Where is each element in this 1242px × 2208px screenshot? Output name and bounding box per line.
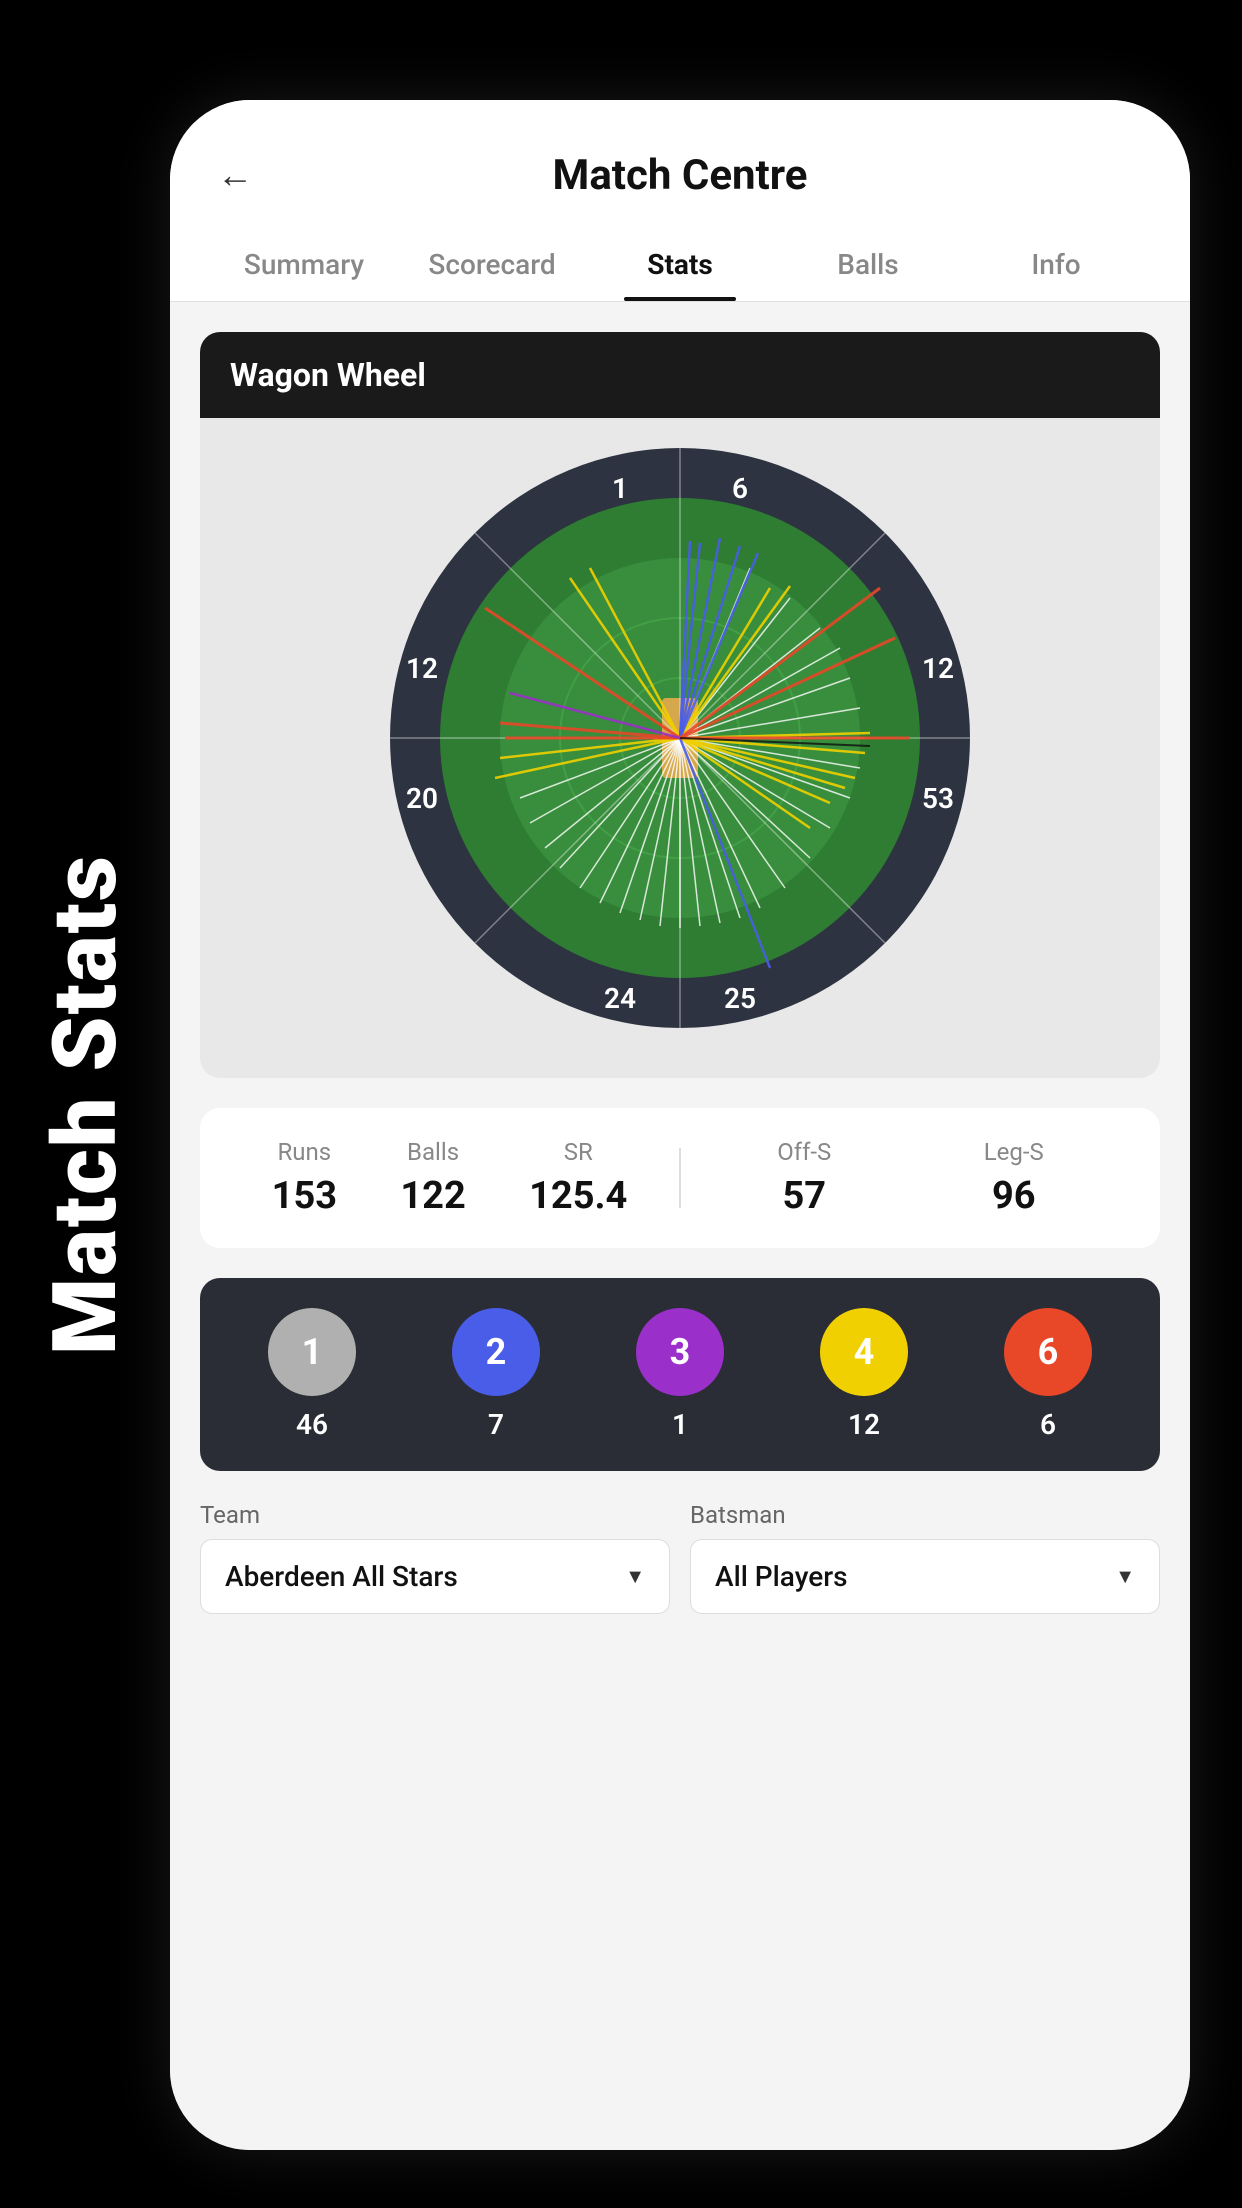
- run-circle-3: 3: [636, 1308, 724, 1396]
- run-item-3: 3 1: [636, 1308, 724, 1441]
- svg-text:6: 6: [732, 472, 748, 505]
- batsman-dropdown-arrow-icon: ▼: [1115, 1564, 1135, 1589]
- team-label: Team: [200, 1501, 670, 1529]
- team-value: Aberdeen All Stars: [225, 1560, 458, 1593]
- runs-label: Runs: [272, 1138, 337, 1166]
- tab-scorecard[interactable]: Scorecard: [398, 230, 586, 301]
- balls-value: 122: [400, 1174, 465, 1218]
- svg-text:12: 12: [406, 652, 438, 685]
- run-legend-row: 1 46 2 7 3 1: [220, 1308, 1140, 1441]
- run-circle-2: 2: [452, 1308, 540, 1396]
- batsman-label: Batsman: [690, 1501, 1160, 1529]
- stat-balls: Balls 122: [400, 1138, 465, 1218]
- run-count-1: 46: [296, 1408, 328, 1441]
- run-count-4: 12: [848, 1408, 880, 1441]
- run-circle-6: 6: [1004, 1308, 1092, 1396]
- tab-stats[interactable]: Stats: [586, 230, 774, 301]
- stat-off-s: Off-S 57: [777, 1138, 831, 1218]
- team-dropdown-group: Team Aberdeen All Stars ▼: [200, 1501, 670, 1614]
- side-label-text: Match Stats: [34, 854, 137, 1355]
- primary-stats: Runs 153 Balls 122 SR 125.4: [240, 1138, 659, 1218]
- tab-info[interactable]: Info: [962, 230, 1150, 301]
- run-item-2: 2 7: [452, 1308, 540, 1441]
- sr-value: 125.4: [529, 1174, 627, 1218]
- wagon-wheel-header: Wagon Wheel: [200, 332, 1160, 418]
- tab-balls[interactable]: Balls: [774, 230, 962, 301]
- wagon-wheel-title: Wagon Wheel: [230, 356, 426, 394]
- svg-text:24: 24: [604, 982, 636, 1015]
- run-circle-1: 1: [268, 1308, 356, 1396]
- team-dropdown-arrow-icon: ▼: [625, 1564, 645, 1589]
- svg-text:1: 1: [612, 472, 628, 505]
- back-button[interactable]: ←: [210, 150, 260, 200]
- team-dropdown[interactable]: Aberdeen All Stars ▼: [200, 1539, 670, 1614]
- batsman-dropdown[interactable]: All Players ▼: [690, 1539, 1160, 1614]
- run-count-6: 6: [1040, 1408, 1056, 1441]
- back-arrow-icon: ←: [217, 154, 253, 196]
- stats-bar: Runs 153 Balls 122 SR 125.4 Off-S: [200, 1108, 1160, 1248]
- batsman-dropdown-group: Batsman All Players ▼: [690, 1501, 1160, 1614]
- phone-frame: ← Match Centre Summary Scorecard Stats B…: [170, 100, 1190, 2150]
- balls-label: Balls: [400, 1138, 465, 1166]
- wagon-wheel-chart: 1 6 12 20 12 53 24 25: [220, 438, 1140, 1058]
- runs-value: 153: [272, 1174, 337, 1218]
- run-legend-card: 1 46 2 7 3 1: [200, 1278, 1160, 1471]
- off-s-label: Off-S: [777, 1138, 831, 1166]
- stat-runs: Runs 153: [272, 1138, 337, 1218]
- run-circle-4: 4: [820, 1308, 908, 1396]
- page-title: Match Centre: [280, 151, 1080, 200]
- tab-summary[interactable]: Summary: [210, 230, 398, 301]
- leg-s-value: 96: [984, 1174, 1044, 1218]
- stats-divider: [679, 1148, 681, 1208]
- wagon-wheel-body: 1 6 12 20 12 53 24 25: [200, 418, 1160, 1078]
- off-s-value: 57: [777, 1174, 831, 1218]
- stat-leg-s: Leg-S 96: [984, 1138, 1044, 1218]
- stat-sr: SR 125.4: [529, 1138, 627, 1218]
- app-screen: ← Match Centre Summary Scorecard Stats B…: [170, 100, 1190, 2150]
- side-label: Match Stats: [0, 0, 170, 2208]
- svg-text:53: 53: [922, 782, 954, 815]
- dropdowns-row: Team Aberdeen All Stars ▼ Batsman All Pl…: [200, 1501, 1160, 1644]
- leg-s-label: Leg-S: [984, 1138, 1044, 1166]
- side-stats: Off-S 57 Leg-S 96: [701, 1138, 1120, 1218]
- run-count-3: 1: [672, 1408, 688, 1441]
- header: ← Match Centre Summary Scorecard Stats B…: [170, 100, 1190, 302]
- sr-label: SR: [529, 1138, 627, 1166]
- tab-bar: Summary Scorecard Stats Balls Info: [210, 230, 1150, 301]
- svg-text:25: 25: [724, 982, 756, 1015]
- svg-text:20: 20: [406, 782, 438, 815]
- run-item-4: 4 12: [820, 1308, 908, 1441]
- wagon-wheel-card: Wagon Wheel: [200, 332, 1160, 1078]
- run-item-6: 6 6: [1004, 1308, 1092, 1441]
- main-content: Wagon Wheel: [170, 302, 1190, 2150]
- run-item-1: 1 46: [268, 1308, 356, 1441]
- run-count-2: 7: [488, 1408, 504, 1441]
- svg-text:12: 12: [922, 652, 954, 685]
- batsman-value: All Players: [715, 1560, 848, 1593]
